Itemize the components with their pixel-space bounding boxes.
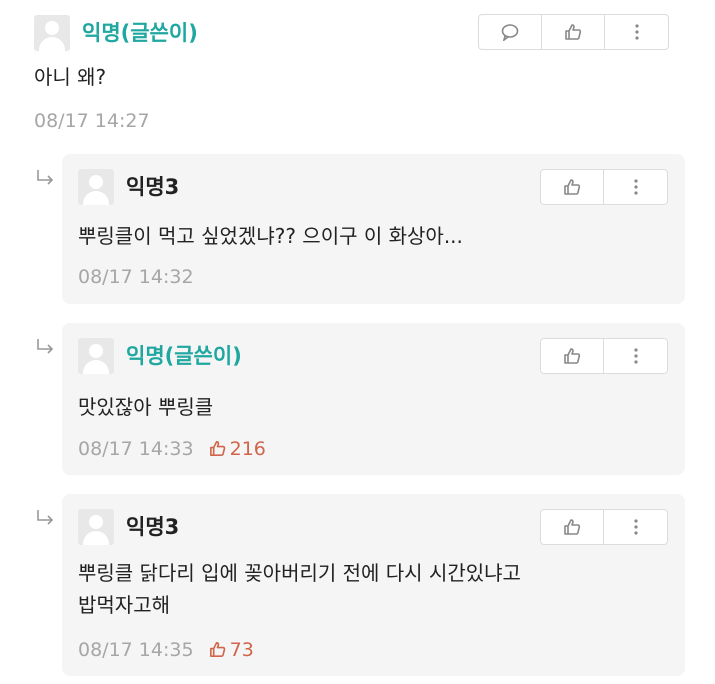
thumbs-up-icon bbox=[564, 348, 581, 364]
like-count: 73 bbox=[208, 639, 254, 661]
comment-actions bbox=[478, 14, 669, 50]
reply-arrow-icon bbox=[37, 339, 54, 354]
more-vertical-icon bbox=[633, 348, 638, 364]
reply-text: 뿌링클이 먹고 싶었겠냐?? 으이구 이 화상아... bbox=[78, 224, 463, 248]
thumbs-up-icon bbox=[564, 179, 581, 195]
reply-actions bbox=[540, 338, 668, 374]
reply-arrow-icon bbox=[37, 170, 54, 185]
more-vertical-icon bbox=[634, 24, 639, 40]
timestamp: 08/17 14:32 bbox=[78, 266, 194, 288]
like-button[interactable] bbox=[541, 339, 604, 373]
avatar-icon bbox=[34, 15, 70, 51]
reply-text-line: 밥먹자고해 bbox=[78, 593, 170, 617]
avatar-icon bbox=[78, 169, 114, 205]
reply-item: 익명(글쓴이) 맛있잖아 뿌링클 08/17 14:33 216 bbox=[62, 323, 685, 475]
more-vertical-icon bbox=[633, 519, 638, 535]
more-button[interactable] bbox=[604, 170, 667, 204]
more-button[interactable] bbox=[604, 339, 667, 373]
timestamp: 08/17 14:27 bbox=[34, 110, 150, 132]
more-vertical-icon bbox=[633, 179, 638, 195]
timestamp: 08/17 14:35 bbox=[78, 639, 194, 661]
thumbs-up-icon bbox=[209, 441, 225, 456]
comment-text: 아니 왜? bbox=[34, 65, 107, 89]
reply-text-line: 뿌링클 닭다리 입에 꽂아버리기 전에 다시 시간있냐고 bbox=[78, 561, 521, 585]
thumbs-up-icon bbox=[564, 519, 581, 535]
reply-meta: 08/17 14:35 73 bbox=[78, 640, 254, 660]
like-count-value: 216 bbox=[229, 438, 266, 460]
reply-meta: 08/17 14:32 bbox=[78, 268, 194, 287]
reply-actions bbox=[540, 169, 668, 205]
reply-author: 익명(글쓴이) bbox=[126, 344, 242, 368]
reply-text: 맛있잖아 뿌링클 bbox=[78, 395, 214, 419]
like-button[interactable] bbox=[542, 15, 605, 49]
reply-text: 뿌링클 닭다리 입에 꽂아버리기 전에 다시 시간있냐고 밥먹자고해 bbox=[78, 557, 521, 621]
reply-meta: 08/17 14:33 216 bbox=[78, 439, 266, 459]
reply-item: 익명3 뿌링클이 먹고 싶었겠냐?? 으이구 이 화상아... 08/17 14… bbox=[62, 154, 685, 304]
more-button[interactable] bbox=[605, 15, 668, 49]
reply-button[interactable] bbox=[479, 15, 542, 49]
reply-author: 익명3 bbox=[126, 175, 180, 199]
comment-author: 익명(글쓴이) bbox=[82, 21, 198, 45]
timestamp: 08/17 14:33 bbox=[78, 438, 194, 460]
reply-item: 익명3 뿌링클 닭다리 입에 꽂아버리기 전에 다시 시간있냐고 밥먹자고해 0… bbox=[62, 494, 685, 676]
thumbs-up-icon bbox=[209, 642, 225, 657]
reply-arrow-icon bbox=[37, 510, 54, 525]
more-button[interactable] bbox=[604, 510, 667, 544]
like-count: 216 bbox=[208, 438, 266, 460]
comment-timestamp: 08/17 14:27 bbox=[34, 112, 150, 131]
like-button[interactable] bbox=[541, 170, 604, 204]
reply-actions bbox=[540, 509, 668, 545]
thumbs-up-icon bbox=[565, 24, 582, 40]
reply-author: 익명3 bbox=[126, 515, 180, 539]
avatar-icon bbox=[78, 338, 114, 374]
like-count-value: 73 bbox=[229, 639, 254, 661]
avatar-icon bbox=[78, 509, 114, 545]
like-button[interactable] bbox=[541, 510, 604, 544]
comment-icon bbox=[501, 24, 519, 41]
